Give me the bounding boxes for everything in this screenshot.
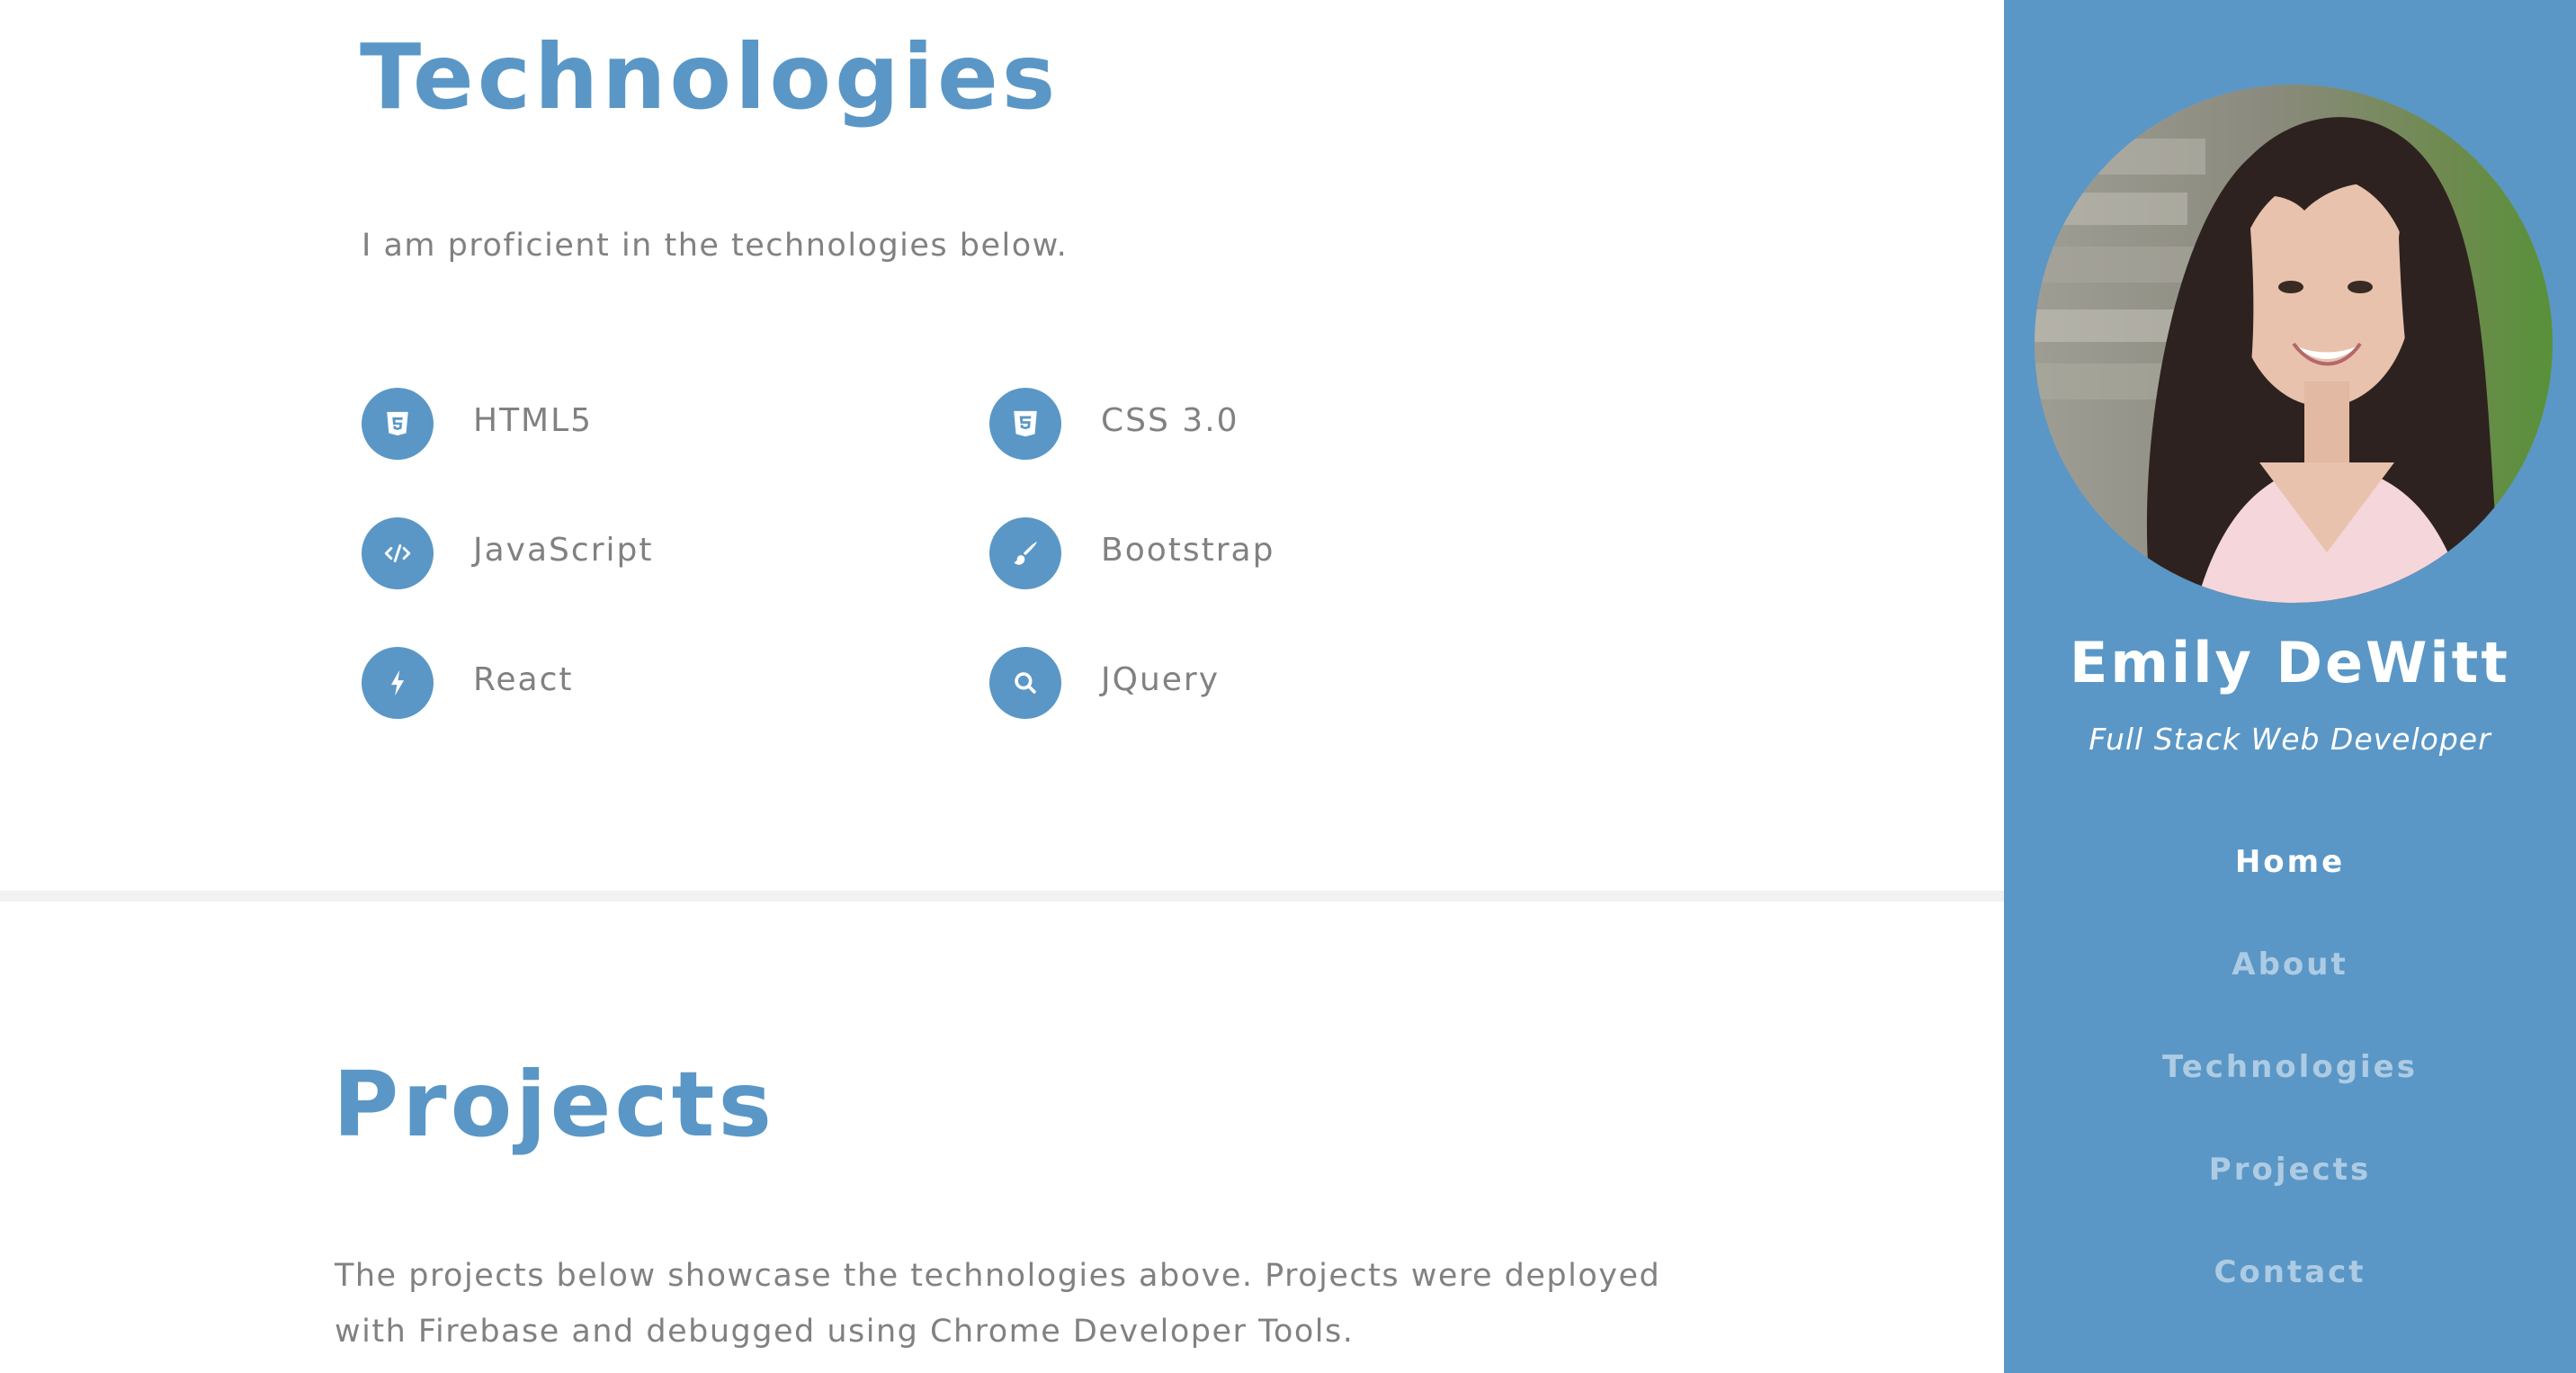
nav-link-home[interactable]: Home bbox=[2235, 837, 2345, 887]
css3-icon bbox=[989, 388, 1061, 460]
tech-label: CSS 3.0 bbox=[1101, 401, 1239, 439]
nav-item-contact: Contact bbox=[2004, 1247, 2576, 1350]
section-divider bbox=[0, 891, 2004, 902]
nav-item-technologies: Technologies bbox=[2004, 1042, 2576, 1144]
paintbrush-icon bbox=[989, 517, 1061, 589]
tech-item-javascript: JavaScript bbox=[362, 516, 653, 590]
tech-item-html5: HTML5 bbox=[362, 387, 593, 461]
tech-label: JQuery bbox=[1101, 660, 1221, 698]
profile-role: Full Stack Web Developer bbox=[2089, 722, 2491, 757]
technologies-heading: Technologies bbox=[360, 24, 1060, 130]
html5-icon bbox=[362, 388, 434, 460]
nav-link-technologies[interactable]: Technologies bbox=[2162, 1042, 2418, 1092]
nav-item-projects: Projects bbox=[2004, 1144, 2576, 1247]
code-icon bbox=[362, 517, 434, 589]
profile-name: Emily DeWitt bbox=[2070, 630, 2510, 695]
main-content: Technologies I am proficient in the tech… bbox=[0, 0, 2004, 1373]
sidebar-nav: Home About Technologies Projects Contact bbox=[2004, 837, 2576, 1350]
tech-label: React bbox=[473, 660, 574, 698]
projects-heading: Projects bbox=[333, 1052, 776, 1157]
nav-link-about[interactable]: About bbox=[2232, 939, 2348, 990]
nav-link-contact[interactable]: Contact bbox=[2214, 1247, 2366, 1297]
tech-label: JavaScript bbox=[473, 531, 654, 569]
bolt-icon bbox=[362, 647, 434, 719]
search-icon bbox=[989, 647, 1061, 719]
tech-item-react: React bbox=[362, 646, 574, 720]
tech-item-jquery: JQuery bbox=[989, 646, 1220, 720]
technologies-description: I am proficient in the technologies belo… bbox=[362, 228, 1069, 264]
tech-label: HTML5 bbox=[473, 401, 594, 439]
tech-label: Bootstrap bbox=[1101, 531, 1275, 569]
page: Technologies I am proficient in the tech… bbox=[0, 0, 2576, 1373]
nav-link-projects[interactable]: Projects bbox=[2209, 1144, 2371, 1195]
nav-item-home: Home bbox=[2004, 837, 2576, 939]
avatar bbox=[2035, 85, 2553, 603]
tech-item-css3: CSS 3.0 bbox=[989, 387, 1239, 461]
sidebar: Emily DeWitt Full Stack Web Developer Ho… bbox=[2004, 0, 2576, 1373]
nav-item-about: About bbox=[2004, 939, 2576, 1042]
projects-description: The projects below showcase the technolo… bbox=[335, 1258, 1661, 1350]
tech-item-bootstrap: Bootstrap bbox=[989, 516, 1275, 590]
profile-photo bbox=[2035, 85, 2553, 603]
